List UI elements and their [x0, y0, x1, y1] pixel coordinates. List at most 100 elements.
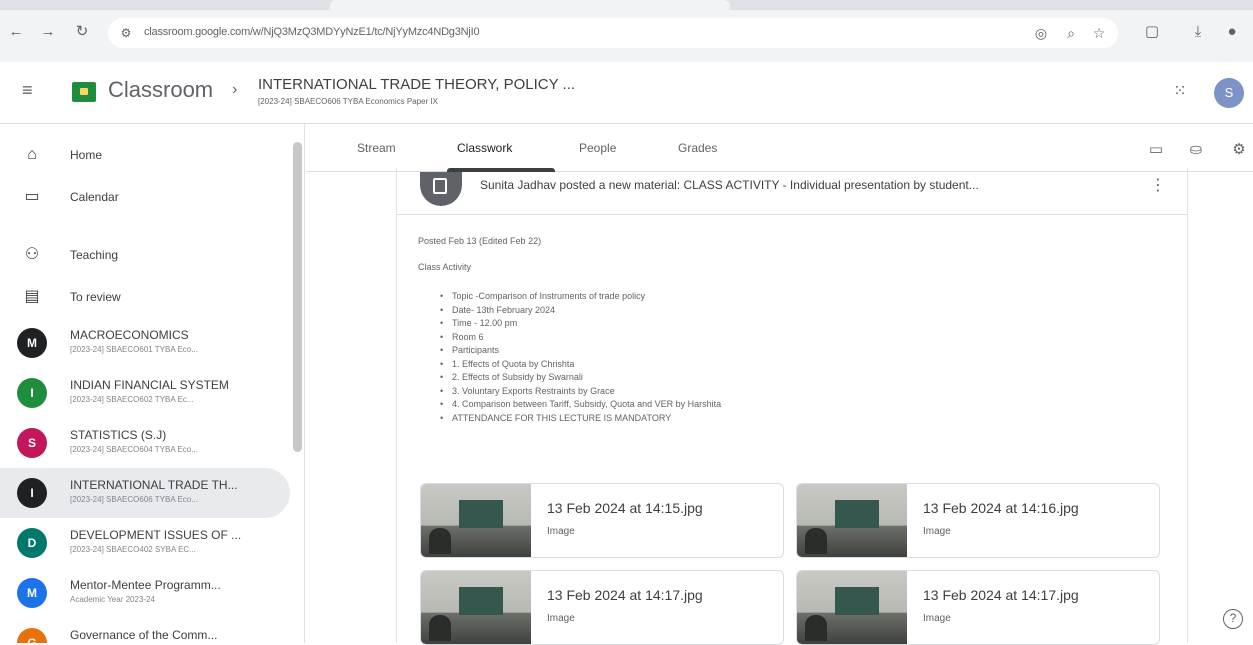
class-tabs: [306, 124, 1253, 172]
url-text[interactable]: classroom.google.com/w/NjQ3MzQ3MDYyNzE1/…: [144, 26, 480, 38]
bullet-icon: •: [440, 412, 444, 423]
post-header[interactable]: Sunita Jadhav posted a new material: CLA…: [480, 178, 979, 192]
post-bullet-list: • Topic -Comparison of Instruments of tra…: [440, 290, 721, 425]
list-item: • ATTENDANCE FOR THIS LECTURE IS MANDATOR…: [440, 412, 721, 426]
sidebar-item-calendar[interactable]: ▭ Calendar: [0, 176, 290, 218]
list-item: • 1. Effects of Quota by Chrishta: [440, 358, 721, 372]
tab-people[interactable]: People: [579, 141, 616, 155]
more-options-icon[interactable]: ⋮: [1150, 175, 1166, 197]
list-item-text: Date- 13th February 2024: [452, 304, 556, 315]
attachment-thumbnail: [797, 484, 907, 557]
class-avatar: M: [17, 328, 47, 358]
drive-folder-icon[interactable]: ⛀: [1186, 140, 1206, 160]
list-item-text: ATTENDANCE FOR THIS LECTURE IS MANDATORY: [452, 412, 672, 423]
sidebar-item-label: Home: [70, 148, 103, 162]
bookmark-star-icon[interactable]: ☆: [1088, 22, 1110, 44]
app-name[interactable]: Classroom: [108, 77, 213, 103]
account-avatar[interactable]: S: [1214, 78, 1244, 108]
settings-gear-icon[interactable]: ⚙: [1229, 140, 1249, 160]
teaching-icon: ⚇: [24, 246, 40, 263]
bullet-icon: •: [440, 399, 444, 409]
attachment-name: 13 Feb 2024 at 14:16.jpg: [923, 500, 1079, 516]
class-name: STATISTICS (S.J): [70, 428, 167, 442]
site-info-icon[interactable]: ⚙: [118, 25, 134, 41]
attachment-type: Image: [547, 526, 575, 537]
calendar-icon[interactable]: ▭: [1146, 140, 1166, 160]
extensions-icon[interactable]: ▢: [1140, 20, 1164, 44]
reload-icon[interactable]: ↻: [72, 22, 92, 42]
post-lead-text: Class Activity: [418, 262, 472, 272]
class-section: [2023-24] SBAECO402 SYBA EC...: [70, 545, 196, 554]
zoom-icon[interactable]: ⌕: [1060, 22, 1082, 44]
sidebar-class-macroeconomics[interactable]: M MACROECONOMICS [2023-24] SBAECO601 TYB…: [0, 318, 290, 368]
class-name: DEVELOPMENT ISSUES OF ...: [70, 528, 242, 542]
list-item: • Date- 13th February 2024: [440, 304, 721, 318]
sidebar-class-mentor-mentee[interactable]: M Mentor-Mentee Programm... Academic Yea…: [0, 568, 290, 618]
address-bar[interactable]: ⚙ classroom.google.com/w/NjQ3MzQ3MDYyNzE…: [108, 18, 1118, 48]
bullet-icon: •: [440, 304, 444, 315]
class-avatar: S: [17, 428, 47, 458]
attachment-card[interactable]: 13 Feb 2024 at 14:17.jpg Image: [796, 570, 1160, 645]
google-apps-icon[interactable]: ⁙: [1170, 82, 1190, 102]
class-name: Governance of the Comm...: [70, 628, 218, 642]
classroom-logo-icon[interactable]: [72, 82, 96, 102]
attachment-card[interactable]: 13 Feb 2024 at 14:17.jpg Image: [420, 570, 784, 645]
list-item-text: Topic -Comparison of Instruments of trad…: [452, 291, 646, 301]
list-item: • 4. Comparison between Tariff, Subsidy, …: [440, 398, 721, 412]
attachment-type: Image: [547, 613, 575, 624]
attachment-thumbnail: [797, 571, 907, 644]
tab-stream[interactable]: Stream: [357, 141, 396, 155]
forward-icon[interactable]: →: [38, 22, 58, 42]
sidebar-class-statistics[interactable]: S STATISTICS (S.J) [2023-24] SBAECO604 T…: [0, 418, 290, 468]
list-item-text: 2. Effects of Subsidy by Swarnali: [452, 372, 583, 382]
posted-date: Posted Feb 13 (Edited Feb 22): [418, 236, 542, 246]
classroom-header: ≡ Classroom › INTERNATIONAL TRADE THEORY…: [0, 62, 1253, 124]
sidebar-item-to-review[interactable]: ▤ To review: [0, 276, 290, 318]
browser-toolbar: ← → ↻ ⚙ classroom.google.com/w/NjQ3MzQ3M…: [0, 0, 1253, 62]
bullet-icon: •: [440, 358, 444, 369]
class-avatar: G: [17, 628, 47, 643]
attachment-thumbnail: [421, 484, 531, 557]
tab-grades[interactable]: Grades: [678, 141, 717, 155]
main-menu-icon[interactable]: ≡: [22, 80, 42, 100]
list-item-text: Room 6: [452, 331, 484, 342]
list-item: • Topic -Comparison of Instruments of tra…: [440, 290, 721, 304]
attachment-thumbnail: [421, 571, 531, 644]
chevron-right-icon: ›: [232, 81, 238, 98]
divider: [396, 214, 1188, 215]
profile-icon[interactable]: ●: [1220, 20, 1244, 44]
help-icon[interactable]: ?: [1223, 609, 1243, 629]
sidebar-class-development-issues[interactable]: D DEVELOPMENT ISSUES OF ... [2023-24] SB…: [0, 518, 290, 568]
tab-classwork[interactable]: Classwork: [457, 141, 512, 155]
home-icon: ⌂: [27, 146, 37, 163]
back-icon[interactable]: ←: [6, 22, 26, 42]
class-subtitle: [2023-24] SBAECO606 TYBA Economics Paper…: [258, 97, 438, 106]
class-section: [2023-24] SBAECO606 TYBA Eco...: [70, 495, 198, 504]
sidebar-item-label: Calendar: [70, 190, 119, 204]
to-review-icon: ▤: [24, 288, 40, 305]
attachment-type: Image: [923, 613, 951, 624]
bullet-icon: •: [440, 385, 444, 396]
class-name: MACROECONOMICS: [70, 328, 189, 342]
sidebar-item-teaching[interactable]: ⚇ Teaching: [0, 234, 290, 276]
bullet-icon: •: [440, 291, 444, 301]
class-name: INDIAN FINANCIAL SYSTEM: [70, 378, 229, 392]
sidebar-class-governance[interactable]: G Governance of the Comm...: [0, 618, 290, 643]
lens-icon[interactable]: ◎: [1030, 22, 1052, 44]
sidebar-scrollbar[interactable]: [293, 142, 302, 452]
class-name: Mentor-Mentee Programm...: [70, 578, 221, 592]
class-section: [2023-24] SBAECO601 TYBA Eco...: [70, 345, 198, 354]
download-icon[interactable]: ⤓: [1186, 20, 1210, 44]
attachment-name: 13 Feb 2024 at 14:15.jpg: [547, 500, 703, 516]
browser-active-tab[interactable]: [330, 0, 730, 10]
class-title[interactable]: INTERNATIONAL TRADE THEORY, POLICY ...: [258, 76, 575, 93]
sidebar-class-indian-financial-system[interactable]: I INDIAN FINANCIAL SYSTEM [2023-24] SBAE…: [0, 368, 290, 418]
list-item-text: 4. Comparison between Tariff, Subsidy, Q…: [452, 399, 722, 409]
sidebar-item-label: To review: [70, 290, 121, 304]
attachment-card[interactable]: 13 Feb 2024 at 14:15.jpg Image: [420, 483, 784, 558]
list-item: • 2. Effects of Subsidy by Swarnali: [440, 371, 721, 385]
list-item-text: Participants: [452, 345, 500, 355]
sidebar-class-international-trade[interactable]: I INTERNATIONAL TRADE TH... [2023-24] SB…: [0, 468, 290, 518]
sidebar-item-home[interactable]: ⌂ Home: [0, 134, 290, 176]
attachment-card[interactable]: 13 Feb 2024 at 14:16.jpg Image: [796, 483, 1160, 558]
